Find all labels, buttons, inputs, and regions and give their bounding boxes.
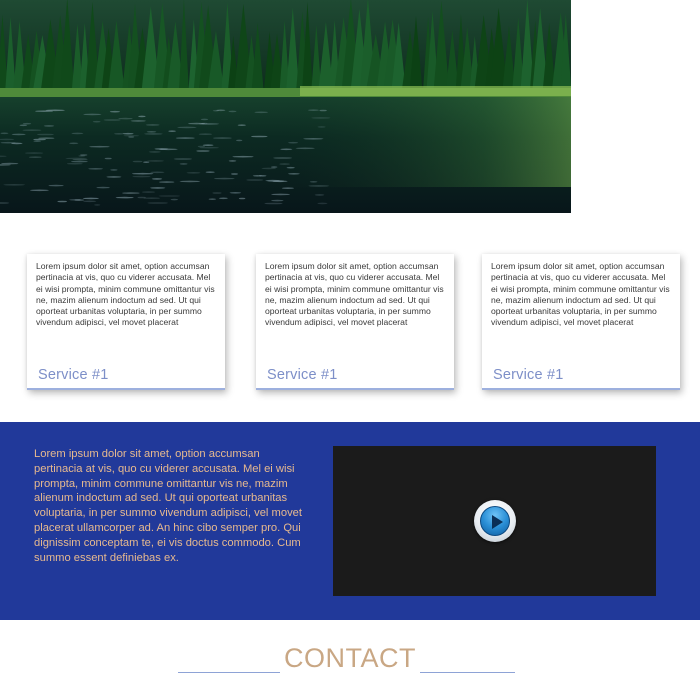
about-band: Lorem ipsum dolor sit amet, option accum… xyxy=(0,422,700,620)
video-player[interactable] xyxy=(333,446,656,596)
service-title-link[interactable]: Service #1 xyxy=(267,367,338,383)
service-description: Lorem ipsum dolor sit amet, option accum… xyxy=(265,261,444,328)
contact-heading: CONTACT xyxy=(0,643,700,674)
service-card[interactable]: Lorem ipsum dolor sit amet, option accum… xyxy=(482,254,680,390)
service-card[interactable]: Lorem ipsum dolor sit amet, option accum… xyxy=(27,254,225,390)
play-icon xyxy=(480,506,510,536)
service-card[interactable]: Lorem ipsum dolor sit amet, option accum… xyxy=(256,254,454,390)
service-title-link[interactable]: Service #1 xyxy=(493,367,564,383)
forest-lake-photo xyxy=(0,0,571,213)
service-description: Lorem ipsum dolor sit amet, option accum… xyxy=(491,261,670,328)
service-title-link[interactable]: Service #1 xyxy=(38,367,109,383)
play-button[interactable] xyxy=(474,500,516,542)
hero-image xyxy=(0,0,571,213)
services-section: Lorem ipsum dolor sit amet, option accum… xyxy=(0,254,700,394)
contact-heading-text: CONTACT xyxy=(280,643,420,673)
service-description: Lorem ipsum dolor sit amet, option accum… xyxy=(36,261,215,328)
about-text: Lorem ipsum dolor sit amet, option accum… xyxy=(34,448,302,564)
